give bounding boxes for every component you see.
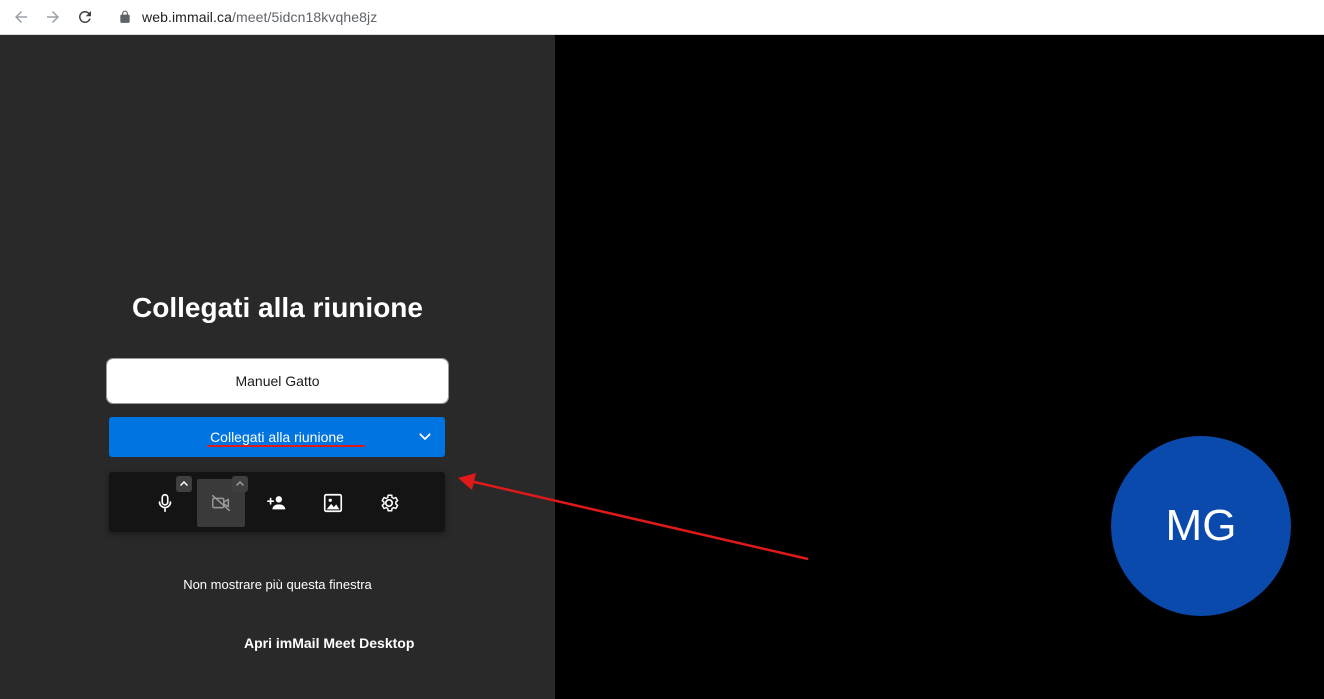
- annotation-underline: [207, 445, 365, 447]
- join-meeting-button[interactable]: Collegati alla riunione: [109, 417, 445, 457]
- avatar-initials: MG: [1165, 501, 1237, 550]
- dont-show-again-link[interactable]: Non mostrare più questa finestra: [0, 577, 555, 592]
- url-path: /meet/5idcn18kvqhe8jz: [232, 9, 378, 25]
- avatar: MG: [1111, 436, 1291, 616]
- reload-button[interactable]: [74, 6, 96, 28]
- arrow-right-icon: [47, 11, 59, 23]
- background-image-icon: [323, 493, 343, 513]
- chevron-up-icon: [235, 480, 245, 487]
- invite-person-icon: [267, 496, 286, 510]
- back-button[interactable]: [10, 6, 32, 28]
- open-desktop-link[interactable]: Apri imMail Meet Desktop: [244, 635, 414, 651]
- microphone-icon: [158, 493, 172, 513]
- reload-icon: [78, 10, 91, 23]
- background-button[interactable]: [309, 479, 357, 527]
- arrow-left-icon: [15, 11, 27, 23]
- display-name-input[interactable]: [106, 358, 449, 404]
- address-bar[interactable]: web.immail.ca/meet/5idcn18kvqhe8jz: [110, 4, 1320, 30]
- browser-toolbar: web.immail.ca/meet/5idcn18kvqhe8jz: [0, 0, 1324, 35]
- chevron-down-icon[interactable]: [417, 429, 433, 445]
- page-title: Collegati alla riunione: [132, 292, 423, 323]
- chevron-up-icon: [179, 480, 189, 487]
- camera-off-icon: [212, 494, 230, 512]
- settings-button[interactable]: [365, 479, 413, 527]
- audio-options-caret[interactable]: [176, 476, 192, 492]
- invite-button[interactable]: [253, 479, 301, 527]
- url-host: web.immail.ca: [142, 9, 232, 25]
- settings-gear-icon: [381, 494, 399, 512]
- lock-icon: [120, 10, 130, 23]
- join-meeting-label: Collegati alla riunione: [210, 429, 344, 445]
- video-options-caret[interactable]: [232, 476, 248, 492]
- forward-button[interactable]: [42, 6, 64, 28]
- device-toolbar: [109, 472, 445, 532]
